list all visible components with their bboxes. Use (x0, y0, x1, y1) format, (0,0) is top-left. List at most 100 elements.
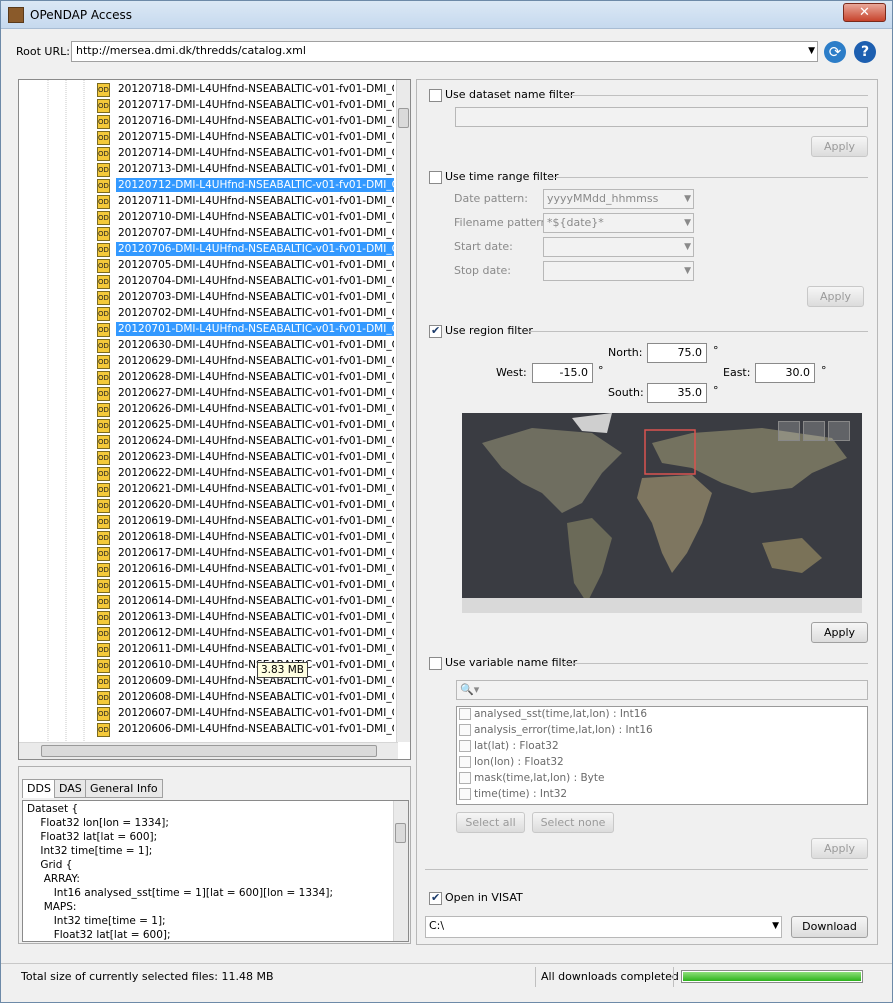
variable-filter-apply-button[interactable]: Apply (811, 838, 868, 859)
tree-item[interactable]: OD 20120706-DMI-L4UHfnd-NSEABALTIC-v01-fv… (97, 242, 397, 258)
south-input[interactable]: 35.0 (647, 383, 707, 403)
tree-item[interactable]: OD 20120702-DMI-L4UHfnd-NSEABALTIC-v01-fv… (97, 306, 397, 322)
variable-item[interactable]: lon(lon) : Float32 (459, 756, 564, 772)
dataset-filter-input[interactable] (455, 107, 868, 127)
select-all-button[interactable]: Select all (456, 812, 525, 833)
scrollbar-thumb[interactable] (395, 823, 406, 843)
dds-vertical-scrollbar[interactable] (393, 801, 408, 941)
chevron-down-icon[interactable]: ▼ (808, 46, 815, 56)
variable-checkbox[interactable] (459, 788, 471, 800)
tree-item[interactable]: OD 20120624-DMI-L4UHfnd-NSEABALTIC-v01-fv… (97, 434, 397, 450)
variable-item[interactable]: time(time) : Int32 (459, 788, 567, 804)
dataset-filter-checkbox[interactable] (429, 89, 442, 102)
tree-vertical-scrollbar[interactable] (396, 80, 410, 742)
stop-date-combo[interactable]: ▼ (543, 261, 694, 281)
select-none-button[interactable]: Select none (532, 812, 614, 833)
dds-text-area[interactable]: Dataset { Float32 lon[lon = 1334]; Float… (22, 800, 409, 942)
tree-item[interactable]: OD 20120711-DMI-L4UHfnd-NSEABALTIC-v01-fv… (97, 194, 397, 210)
region-filter-checkbox[interactable] (429, 324, 442, 338)
time-filter-checkbox[interactable] (429, 171, 442, 184)
variable-item[interactable]: lat(lat) : Float32 (459, 740, 559, 756)
tree-item[interactable]: OD 20120712-DMI-L4UHfnd-NSEABALTIC-v01-fv… (97, 178, 397, 194)
tree-item[interactable]: OD 20120628-DMI-L4UHfnd-NSEABALTIC-v01-fv… (97, 370, 397, 386)
tree-item[interactable]: OD 20120607-DMI-L4UHfnd-NSEABALTIC-v01-fv… (97, 706, 397, 722)
scrollbar-thumb[interactable] (398, 108, 409, 128)
variable-item[interactable]: analysis_error(time,lat,lon) : Int16 (459, 724, 653, 740)
title-bar[interactable]: OPeNDAP Access ✕ (1, 1, 892, 29)
open-in-visat-checkbox[interactable] (429, 891, 442, 905)
variable-checkbox[interactable] (459, 740, 471, 752)
tree-item[interactable]: OD 20120714-DMI-L4UHfnd-NSEABALTIC-v01-fv… (97, 146, 397, 162)
east-input[interactable]: 30.0 (755, 363, 815, 383)
tree-item[interactable]: OD 20120616-DMI-L4UHfnd-NSEABALTIC-v01-fv… (97, 562, 397, 578)
tab-dds[interactable]: DDS (22, 779, 56, 798)
download-button[interactable]: Download (791, 916, 868, 938)
refresh-icon[interactable]: ⟳ (824, 41, 846, 63)
start-date-combo[interactable]: ▼ (543, 237, 694, 257)
tree-item[interactable]: OD 20120618-DMI-L4UHfnd-NSEABALTIC-v01-fv… (97, 530, 397, 546)
tree-item[interactable]: OD 20120615-DMI-L4UHfnd-NSEABALTIC-v01-fv… (97, 578, 397, 594)
tree-item[interactable]: OD 20120704-DMI-L4UHfnd-NSEABALTIC-v01-fv… (97, 274, 397, 290)
scrollbar-thumb[interactable] (41, 745, 377, 757)
tree-item[interactable]: OD 20120617-DMI-L4UHfnd-NSEABALTIC-v01-fv… (97, 546, 397, 562)
tree-item[interactable]: OD 20120619-DMI-L4UHfnd-NSEABALTIC-v01-fv… (97, 514, 397, 530)
world-map[interactable] (462, 413, 862, 613)
variable-checkbox[interactable] (459, 772, 471, 784)
time-filter-apply-button[interactable]: Apply (807, 286, 864, 307)
zoom-all-icon[interactable] (778, 421, 800, 441)
variable-item[interactable]: mask(time,lat,lon) : Byte (459, 772, 604, 788)
variable-list[interactable]: analysed_sst(time,lat,lon) : Int16 analys… (456, 706, 868, 805)
tree-item-label: 20120707-DMI-L4UHfnd-NSEABALTIC-v01-fv01… (118, 227, 394, 239)
tree-item[interactable]: OD 20120608-DMI-L4UHfnd-NSEABALTIC-v01-fv… (97, 690, 397, 706)
tree-item[interactable]: OD 20120716-DMI-L4UHfnd-NSEABALTIC-v01-fv… (97, 114, 397, 130)
tab-das[interactable]: DAS (54, 779, 87, 798)
north-input[interactable]: 75.0 (647, 343, 707, 363)
tree-item[interactable]: OD 20120701-DMI-L4UHfnd-NSEABALTIC-v01-fv… (97, 322, 397, 338)
variable-search-input[interactable]: 🔍▾ (456, 680, 868, 700)
tree-item[interactable]: OD 20120703-DMI-L4UHfnd-NSEABALTIC-v01-fv… (97, 290, 397, 306)
tree-item[interactable]: OD 20120718-DMI-L4UHfnd-NSEABALTIC-v01-fv… (97, 82, 397, 98)
tree-item[interactable]: OD 20120627-DMI-L4UHfnd-NSEABALTIC-v01-fv… (97, 386, 397, 402)
pan-icon[interactable] (828, 421, 850, 441)
tree-item[interactable]: OD 20120614-DMI-L4UHfnd-NSEABALTIC-v01-fv… (97, 594, 397, 610)
variable-checkbox[interactable] (459, 708, 471, 720)
tree-item[interactable]: OD 20120609-DMI-L4UHfnd-NSEABALTIC-v01-fv… (97, 674, 397, 690)
tree-item[interactable]: OD 20120623-DMI-L4UHfnd-NSEABALTIC-v01-fv… (97, 450, 397, 466)
tree-item[interactable]: OD 20120622-DMI-L4UHfnd-NSEABALTIC-v01-fv… (97, 466, 397, 482)
tree-item[interactable]: OD 20120621-DMI-L4UHfnd-NSEABALTIC-v01-fv… (97, 482, 397, 498)
tree-item[interactable]: OD 20120611-DMI-L4UHfnd-NSEABALTIC-v01-fv… (97, 642, 397, 658)
west-input[interactable]: -15.0 (532, 363, 593, 383)
tree-horizontal-scrollbar[interactable] (19, 742, 398, 759)
region-filter-apply-button[interactable]: Apply (811, 622, 868, 643)
tree-item[interactable]: OD 20120630-DMI-L4UHfnd-NSEABALTIC-v01-fv… (97, 338, 397, 354)
tree-item[interactable]: OD 20120705-DMI-L4UHfnd-NSEABALTIC-v01-fv… (97, 258, 397, 274)
filename-pattern-combo[interactable]: *${date}* ▼ (543, 213, 694, 233)
variable-checkbox[interactable] (459, 756, 471, 768)
tree-item[interactable]: OD 20120717-DMI-L4UHfnd-NSEABALTIC-v01-fv… (97, 98, 397, 114)
tree-item-label: 20120607-DMI-L4UHfnd-NSEABALTIC-v01-fv01… (118, 707, 394, 719)
tree-item[interactable]: OD 20120613-DMI-L4UHfnd-NSEABALTIC-v01-fv… (97, 610, 397, 626)
zoom-icon[interactable] (803, 421, 825, 441)
tree-item[interactable]: OD 20120629-DMI-L4UHfnd-NSEABALTIC-v01-fv… (97, 354, 397, 370)
dataset-tree[interactable]: OD 20120718-DMI-L4UHfnd-NSEABALTIC-v01-fv… (18, 79, 411, 760)
tab-general-info[interactable]: General Info (85, 779, 163, 798)
variable-checkbox[interactable] (459, 724, 471, 736)
tree-item[interactable]: OD 20120612-DMI-L4UHfnd-NSEABALTIC-v01-fv… (97, 626, 397, 642)
close-button[interactable]: ✕ (843, 3, 886, 22)
variable-item[interactable]: analysed_sst(time,lat,lon) : Int16 (459, 708, 647, 724)
help-icon[interactable]: ? (854, 41, 876, 63)
root-url-combo[interactable]: http://mersea.dmi.dk/thredds/catalog.xml… (71, 41, 818, 62)
tree-item[interactable]: OD 20120710-DMI-L4UHfnd-NSEABALTIC-v01-fv… (97, 210, 397, 226)
tree-item[interactable]: OD 20120715-DMI-L4UHfnd-NSEABALTIC-v01-fv… (97, 130, 397, 146)
tree-item[interactable]: OD 20120620-DMI-L4UHfnd-NSEABALTIC-v01-fv… (97, 498, 397, 514)
tree-item[interactable]: OD 20120606-DMI-L4UHfnd-NSEABALTIC-v01-fv… (97, 722, 397, 738)
tree-item[interactable]: OD 20120707-DMI-L4UHfnd-NSEABALTIC-v01-fv… (97, 226, 397, 242)
tree-item[interactable]: OD 20120625-DMI-L4UHfnd-NSEABALTIC-v01-fv… (97, 418, 397, 434)
tree-item[interactable]: OD 20120626-DMI-L4UHfnd-NSEABALTIC-v01-fv… (97, 402, 397, 418)
tree-item[interactable]: OD 20120713-DMI-L4UHfnd-NSEABALTIC-v01-fv… (97, 162, 397, 178)
variable-filter-checkbox[interactable] (429, 657, 442, 670)
dataset-filter-apply-button[interactable]: Apply (811, 136, 868, 157)
download-dir-combo[interactable]: C:\ ▼ (425, 916, 782, 938)
date-pattern-combo[interactable]: yyyyMMdd_hhmmss ▼ (543, 189, 694, 209)
tree-item[interactable]: OD 20120610-DMI-L4UHfnd-NSEABALTIC-v01-fv… (97, 658, 397, 674)
